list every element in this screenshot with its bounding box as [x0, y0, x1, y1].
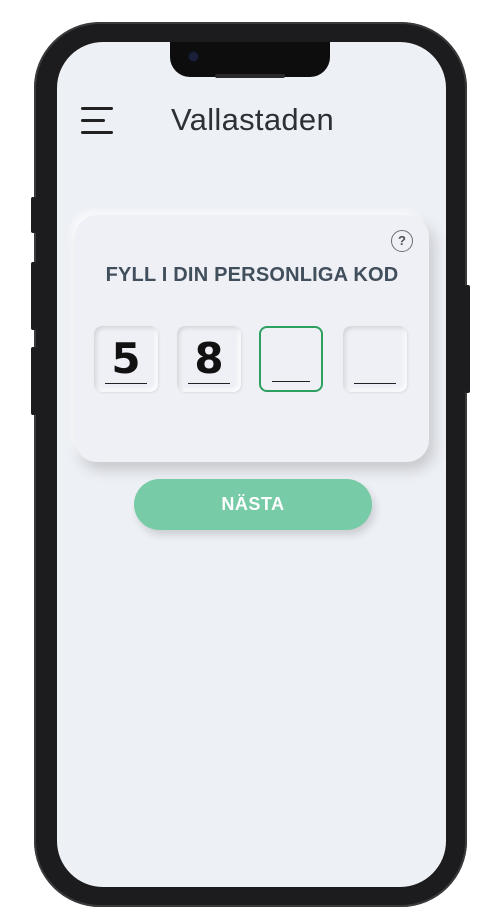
app-screen: Vallastaden ? FYLL I DIN PERSONLIGA KOD … — [57, 42, 446, 887]
card-title: FYLL I DIN PERSONLIGA KOD — [105, 264, 399, 286]
code-digit-1-value: 5 — [111, 334, 141, 383]
menu-line-bottom — [81, 131, 113, 134]
question-mark-icon[interactable]: ? — [391, 230, 413, 252]
code-digit-4[interactable] — [343, 326, 407, 392]
phone-speaker — [215, 74, 285, 78]
code-digit-1[interactable]: 5 — [94, 326, 158, 392]
phone-volume-up — [31, 262, 36, 330]
code-digit-2[interactable]: 8 — [177, 326, 241, 392]
next-button[interactable]: NÄSTA — [134, 479, 372, 530]
phone-volume-down — [31, 347, 36, 415]
code-digit-3-underline — [272, 380, 310, 382]
menu-line-middle — [81, 119, 105, 122]
hamburger-menu-icon[interactable] — [81, 106, 115, 136]
code-digit-2-underline — [188, 382, 230, 384]
code-digit-2-value: 8 — [194, 334, 224, 383]
app-title: Vallastaden — [171, 102, 335, 137]
code-digit-3[interactable] — [259, 326, 323, 392]
phone-mute-switch — [31, 197, 36, 233]
phone-power-button — [465, 285, 470, 393]
code-digit-1-underline — [105, 382, 147, 384]
menu-line-top — [81, 107, 113, 110]
code-digit-4-underline — [354, 382, 396, 384]
front-camera — [189, 52, 198, 61]
